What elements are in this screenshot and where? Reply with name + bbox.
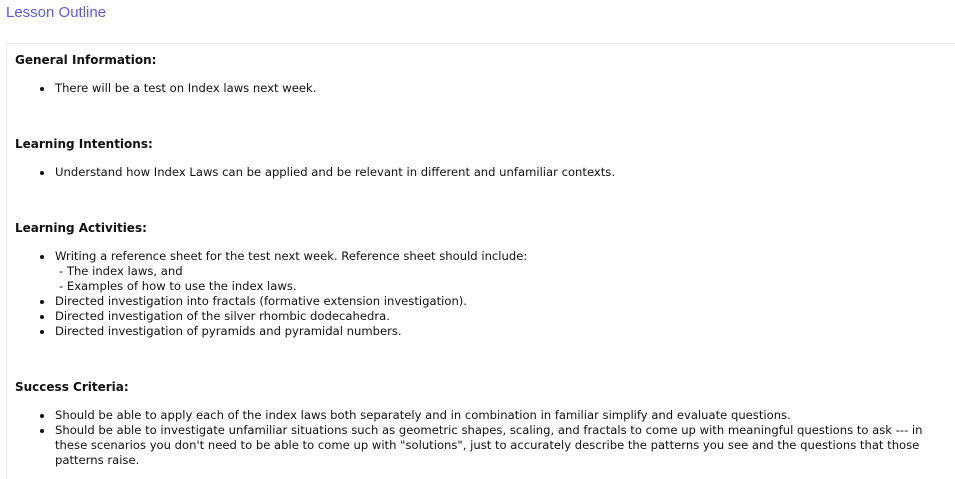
section-title: Success Criteria: — [15, 380, 129, 394]
list-item: Directed investigation of pyramids and p… — [40, 324, 945, 339]
lesson-outline-title[interactable]: Lesson Outline — [6, 4, 106, 21]
list-item: Directed investigation of the silver rho… — [40, 309, 945, 324]
list-item: Directed investigation into fractals (fo… — [40, 294, 945, 309]
list-item-text: Writing a reference sheet for the test n… — [55, 249, 528, 263]
list-item: Should be able to apply each of the inde… — [40, 408, 945, 423]
list-item: There will be a test on Index laws next … — [40, 81, 945, 96]
lesson-outline-panel: General Information: There will be a tes… — [6, 43, 955, 479]
section-title: Learning Intentions: — [15, 137, 153, 151]
general-information-section: General Information: There will be a tes… — [15, 53, 945, 96]
general-information-list: There will be a test on Index laws next … — [15, 81, 945, 96]
sub-item: - The index laws, and — [59, 264, 183, 278]
list-item: Writing a reference sheet for the test n… — [40, 249, 945, 294]
learning-activities-section: Learning Activities: Writing a reference… — [15, 221, 945, 339]
section-title: Learning Activities: — [15, 221, 147, 235]
learning-intentions-list: Understand how Index Laws can be applied… — [15, 165, 945, 180]
learning-activities-list: Writing a reference sheet for the test n… — [15, 249, 945, 339]
success-criteria-section: Success Criteria: Should be able to appl… — [15, 380, 945, 468]
section-title: General Information: — [15, 53, 157, 67]
learning-intentions-section: Learning Intentions: Understand how Inde… — [15, 137, 945, 180]
list-item: Understand how Index Laws can be applied… — [40, 165, 945, 180]
success-criteria-list: Should be able to apply each of the inde… — [15, 408, 945, 468]
sub-item: - Examples of how to use the index laws. — [59, 279, 297, 293]
list-item: Should be able to investigate unfamiliar… — [40, 423, 945, 468]
